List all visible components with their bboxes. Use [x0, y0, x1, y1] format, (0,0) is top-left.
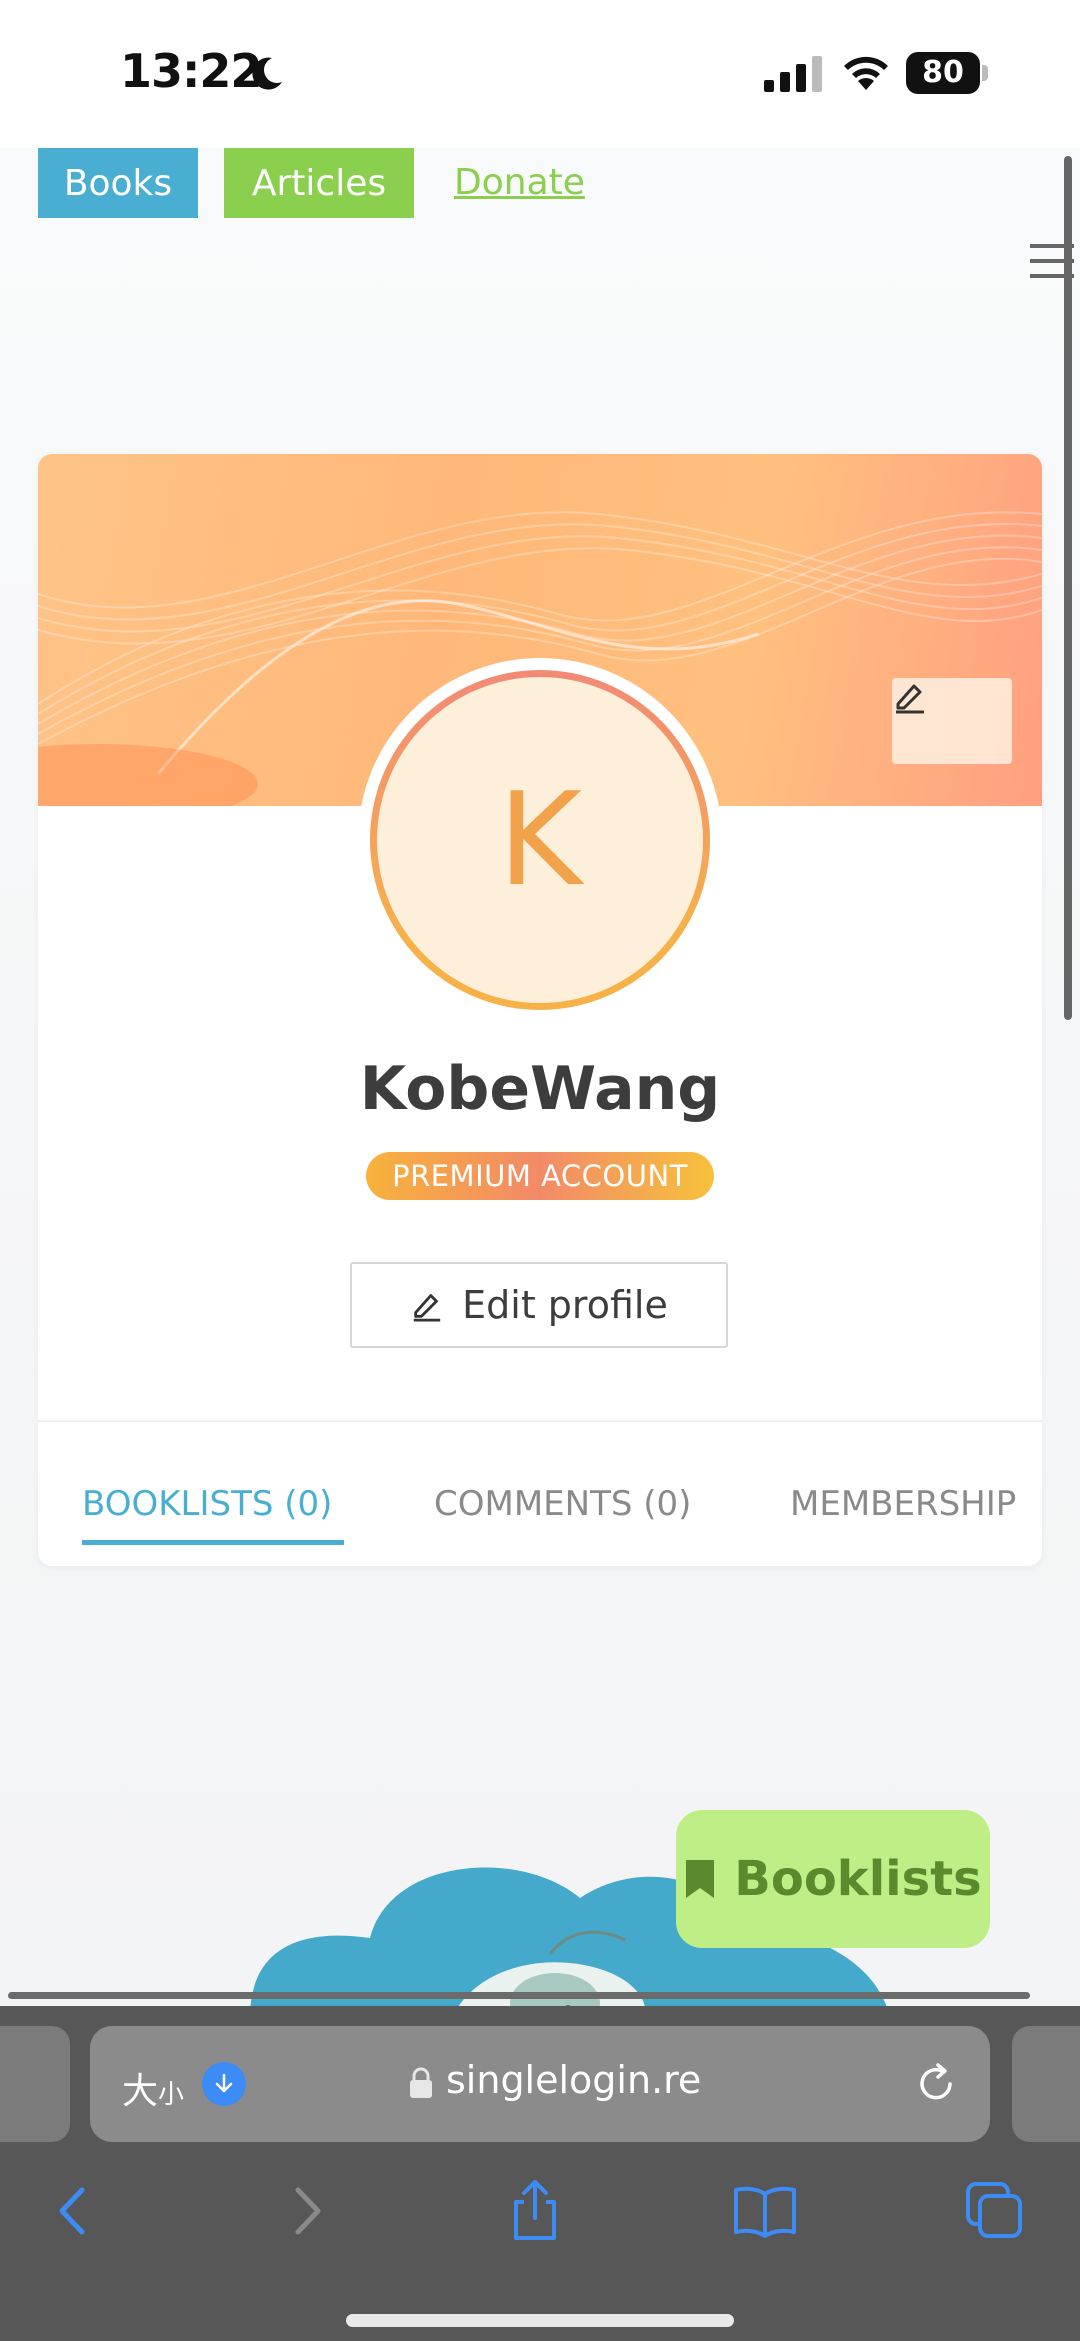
premium-badge: PREMIUM ACCOUNT: [366, 1152, 714, 1200]
url-text[interactable]: singlelogin.re: [446, 2058, 701, 2102]
vertical-scrollbar[interactable]: [1064, 156, 1072, 1020]
tab-membership[interactable]: MEMBERSHIP: [790, 1484, 1016, 1524]
avatar-letter: K: [377, 677, 703, 1003]
horizontal-scrollbar[interactable]: [8, 1992, 1030, 1999]
reload-icon[interactable]: [912, 2060, 960, 2108]
download-icon[interactable]: [202, 2062, 246, 2106]
address-bar[interactable]: 大小 singlelogin.re: [90, 2026, 990, 2142]
home-indicator: [346, 2314, 734, 2327]
edit-profile-label: Edit profile: [462, 1283, 668, 1327]
tab-comments[interactable]: COMMENTS (0): [434, 1484, 691, 1524]
wifi-icon: [844, 56, 888, 90]
booklists-bubble: Booklists: [676, 1810, 990, 1948]
browser-bottom-bar: 大小 singlelogin.re: [0, 2006, 1080, 2341]
bookmark-icon: [686, 1860, 715, 1898]
page-settings-small-char: 小: [158, 2080, 185, 2110]
nav-donate-link[interactable]: Donate: [454, 162, 585, 203]
edit-cover-button[interactable]: [892, 678, 1012, 764]
web-page: Books Articles Donate K KobeWang PREMIUM…: [0, 148, 1080, 2008]
next-tab-preview[interactable]: [1012, 2026, 1080, 2142]
booklists-bubble-label: Booklists: [734, 1851, 982, 1907]
forward-icon[interactable]: [272, 2176, 342, 2246]
tabs-icon[interactable]: [960, 2176, 1030, 2246]
pencil-icon: [896, 684, 924, 714]
status-time: 13:22: [120, 44, 262, 98]
signal-icon: [764, 56, 822, 92]
nav-articles-button[interactable]: Articles: [224, 148, 414, 218]
profile-card: K KobeWang PREMIUM ACCOUNT Edit profile …: [38, 454, 1042, 1566]
moon-icon: [252, 57, 282, 90]
battery-icon: 80: [906, 52, 988, 94]
pencil-icon: [413, 1294, 441, 1322]
bookmarks-icon[interactable]: [730, 2176, 800, 2246]
nav-books-button[interactable]: Books: [38, 148, 198, 218]
tab-booklists[interactable]: BOOKLISTS (0): [82, 1484, 332, 1524]
page-settings-button[interactable]: 大小: [122, 2062, 184, 2114]
previous-tab-preview[interactable]: [0, 2026, 70, 2142]
avatar[interactable]: K: [358, 658, 722, 1022]
username: KobeWang: [359, 1054, 721, 1124]
status-bar: 13:22 80: [0, 0, 1080, 148]
battery-level: 80: [906, 52, 980, 94]
active-tab-indicator: [82, 1540, 344, 1545]
lock-icon: [410, 2067, 432, 2098]
share-icon[interactable]: [500, 2176, 570, 2246]
back-icon[interactable]: [38, 2176, 108, 2246]
edit-profile-button[interactable]: Edit profile: [350, 1262, 728, 1348]
page-settings-big-char: 大: [122, 2071, 159, 2112]
